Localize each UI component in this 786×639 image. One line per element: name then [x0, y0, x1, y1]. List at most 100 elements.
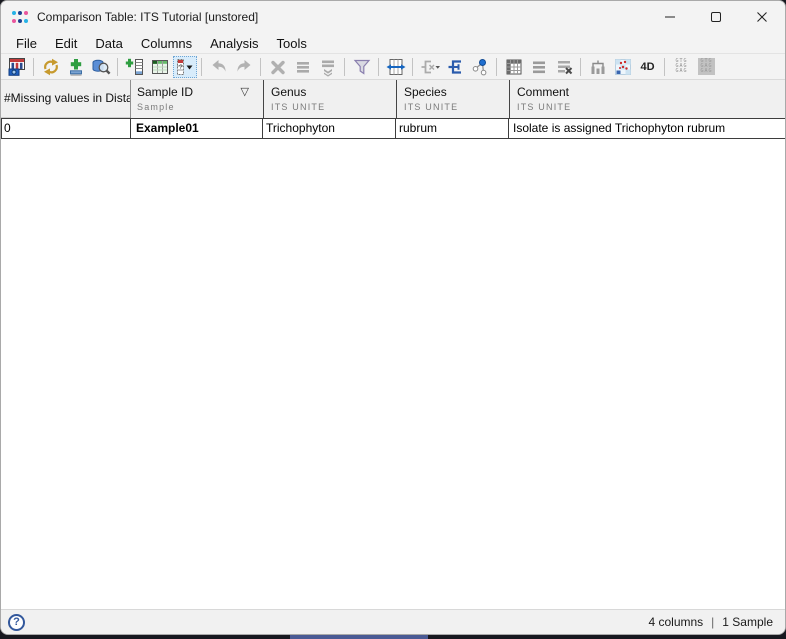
maximize-icon — [710, 11, 722, 23]
menu-edit[interactable]: Edit — [46, 34, 86, 53]
list-view-button[interactable] — [527, 56, 551, 78]
cluster-analysis-button[interactable] — [443, 56, 467, 78]
menu-file[interactable]: File — [7, 34, 46, 53]
minimum-spanning-tree-button[interactable] — [468, 56, 492, 78]
column-title: Species — [404, 85, 447, 99]
search-entries-button[interactable] — [89, 56, 113, 78]
window-title: Comparison Table: ITS Tutorial [unstored… — [37, 10, 258, 24]
four-d-view-button[interactable]: 4D — [636, 56, 660, 78]
rows-condense-button[interactable] — [291, 56, 315, 78]
table-row: 0 Example01 Trichophyton rubrum Isolate … — [1, 119, 785, 139]
help-icon: ? — [13, 616, 20, 628]
column-subtitle: ITS UNITE — [404, 102, 509, 112]
cell-genus[interactable]: Trichophyton — [263, 119, 396, 139]
add-entries-button[interactable] — [64, 56, 88, 78]
cell-sample-id[interactable]: Example01 — [131, 119, 263, 139]
rows-expand-button[interactable] — [316, 56, 340, 78]
column-header-genus[interactable]: Genus ITS UNITE — [263, 80, 396, 118]
comparison-table-window: Comparison Table: ITS Tutorial [unstored… — [0, 0, 786, 635]
status-separator: | — [711, 615, 714, 629]
column-title: Sample ID — [137, 85, 193, 99]
green-table-icon — [150, 57, 170, 77]
background-window-edge — [290, 635, 428, 639]
table-header: #Missing values in Distan Sample ID ▽ Sa… — [1, 80, 785, 119]
dendrogram-chart-button[interactable] — [586, 56, 610, 78]
fit-columns-button[interactable] — [384, 56, 408, 78]
menubar: File Edit Data Columns Analysis Tools — [1, 33, 785, 53]
close-icon — [756, 11, 768, 23]
pca-chart-button[interactable] — [611, 56, 635, 78]
add-column-icon — [125, 57, 145, 77]
svg-text:?: ? — [179, 64, 183, 71]
rows-icon — [293, 57, 313, 77]
toolbar-separator — [201, 58, 202, 76]
minimize-icon — [664, 11, 676, 23]
status-samples-count: 1 Sample — [722, 615, 773, 629]
table-empty-area[interactable] — [1, 139, 785, 609]
column-layout-button[interactable] — [148, 56, 172, 78]
menu-columns[interactable]: Columns — [132, 34, 201, 53]
filter-button[interactable] — [350, 56, 374, 78]
sequence-alignment-button[interactable]: GTGGAGGAG — [695, 56, 719, 78]
toolbar-separator — [378, 58, 379, 76]
toolbar-separator — [412, 58, 413, 76]
app-icon — [11, 10, 29, 24]
menu-analysis[interactable]: Analysis — [201, 34, 267, 53]
sequence-view-button[interactable]: GTGGAGGAG — [670, 56, 694, 78]
list-lines-icon — [529, 57, 549, 77]
sequence-block-icon: GTGGAGGAG — [698, 58, 714, 75]
funnel-icon — [352, 57, 372, 77]
rows-expand-icon — [318, 57, 338, 77]
matrix-view-button[interactable] — [502, 56, 526, 78]
column-title: Comment — [517, 85, 569, 99]
column-header-missing-values[interactable]: #Missing values in Distan — [1, 80, 131, 118]
refresh-button[interactable] — [39, 56, 63, 78]
sort-indicator-icon[interactable]: ▽ — [241, 85, 249, 99]
toolbar-separator — [496, 58, 497, 76]
tree-bars-icon — [588, 57, 608, 77]
clear-view-button[interactable] — [552, 56, 576, 78]
undo-button[interactable] — [207, 56, 231, 78]
help-button[interactable]: ? — [8, 614, 25, 631]
delete-button[interactable] — [266, 56, 290, 78]
list-clear-icon — [554, 57, 574, 77]
clustering-disabled-button[interactable] — [418, 56, 442, 78]
column-header-comment[interactable]: Comment ITS UNITE — [509, 80, 785, 118]
four-d-icon: 4D — [640, 61, 654, 73]
network-icon — [470, 57, 490, 77]
column-header-sample-id[interactable]: Sample ID ▽ Sample — [131, 80, 263, 118]
maximize-button[interactable] — [693, 1, 739, 33]
toolbar-separator — [33, 58, 34, 76]
cell-species[interactable]: rubrum — [396, 119, 509, 139]
refresh-icon — [41, 57, 61, 77]
dendrogram-disabled-icon — [419, 57, 441, 77]
status-columns-count: 4 columns — [648, 615, 703, 629]
add-column-button[interactable] — [123, 56, 147, 78]
redo-icon — [234, 57, 254, 77]
column-subtitle: Sample — [137, 102, 263, 112]
sequence-text-icon: GTGGAGGAG — [673, 58, 689, 75]
column-subtitle: ITS UNITE — [271, 102, 396, 112]
undo-icon — [209, 57, 229, 77]
menu-data[interactable]: Data — [86, 34, 131, 53]
titlebar: Comparison Table: ITS Tutorial [unstored… — [1, 1, 785, 33]
scatter-plot-icon — [613, 57, 633, 77]
add-plus-icon — [66, 57, 86, 77]
statusbar: ? 4 columns | 1 Sample — [1, 609, 785, 634]
save-image-button[interactable] — [5, 56, 29, 78]
column-properties-toggle-button[interactable]: ? — [173, 56, 197, 78]
column-title: Genus — [271, 85, 306, 99]
minimize-button[interactable] — [647, 1, 693, 33]
cell-comment[interactable]: Isolate is assigned Trichophyton rubrum — [509, 119, 785, 139]
menu-tools[interactable]: Tools — [268, 34, 316, 53]
redo-button[interactable] — [232, 56, 256, 78]
dendrogram-icon — [445, 57, 465, 77]
toolbar: ? — [1, 53, 785, 80]
database-search-icon — [91, 57, 111, 77]
cell-missing-values[interactable]: 0 — [1, 119, 131, 139]
delete-x-icon — [268, 57, 288, 77]
toolbar-separator — [344, 58, 345, 76]
column-properties-toggle-icon: ? — [175, 57, 195, 77]
column-header-species[interactable]: Species ITS UNITE — [396, 80, 509, 118]
close-button[interactable] — [739, 1, 785, 33]
